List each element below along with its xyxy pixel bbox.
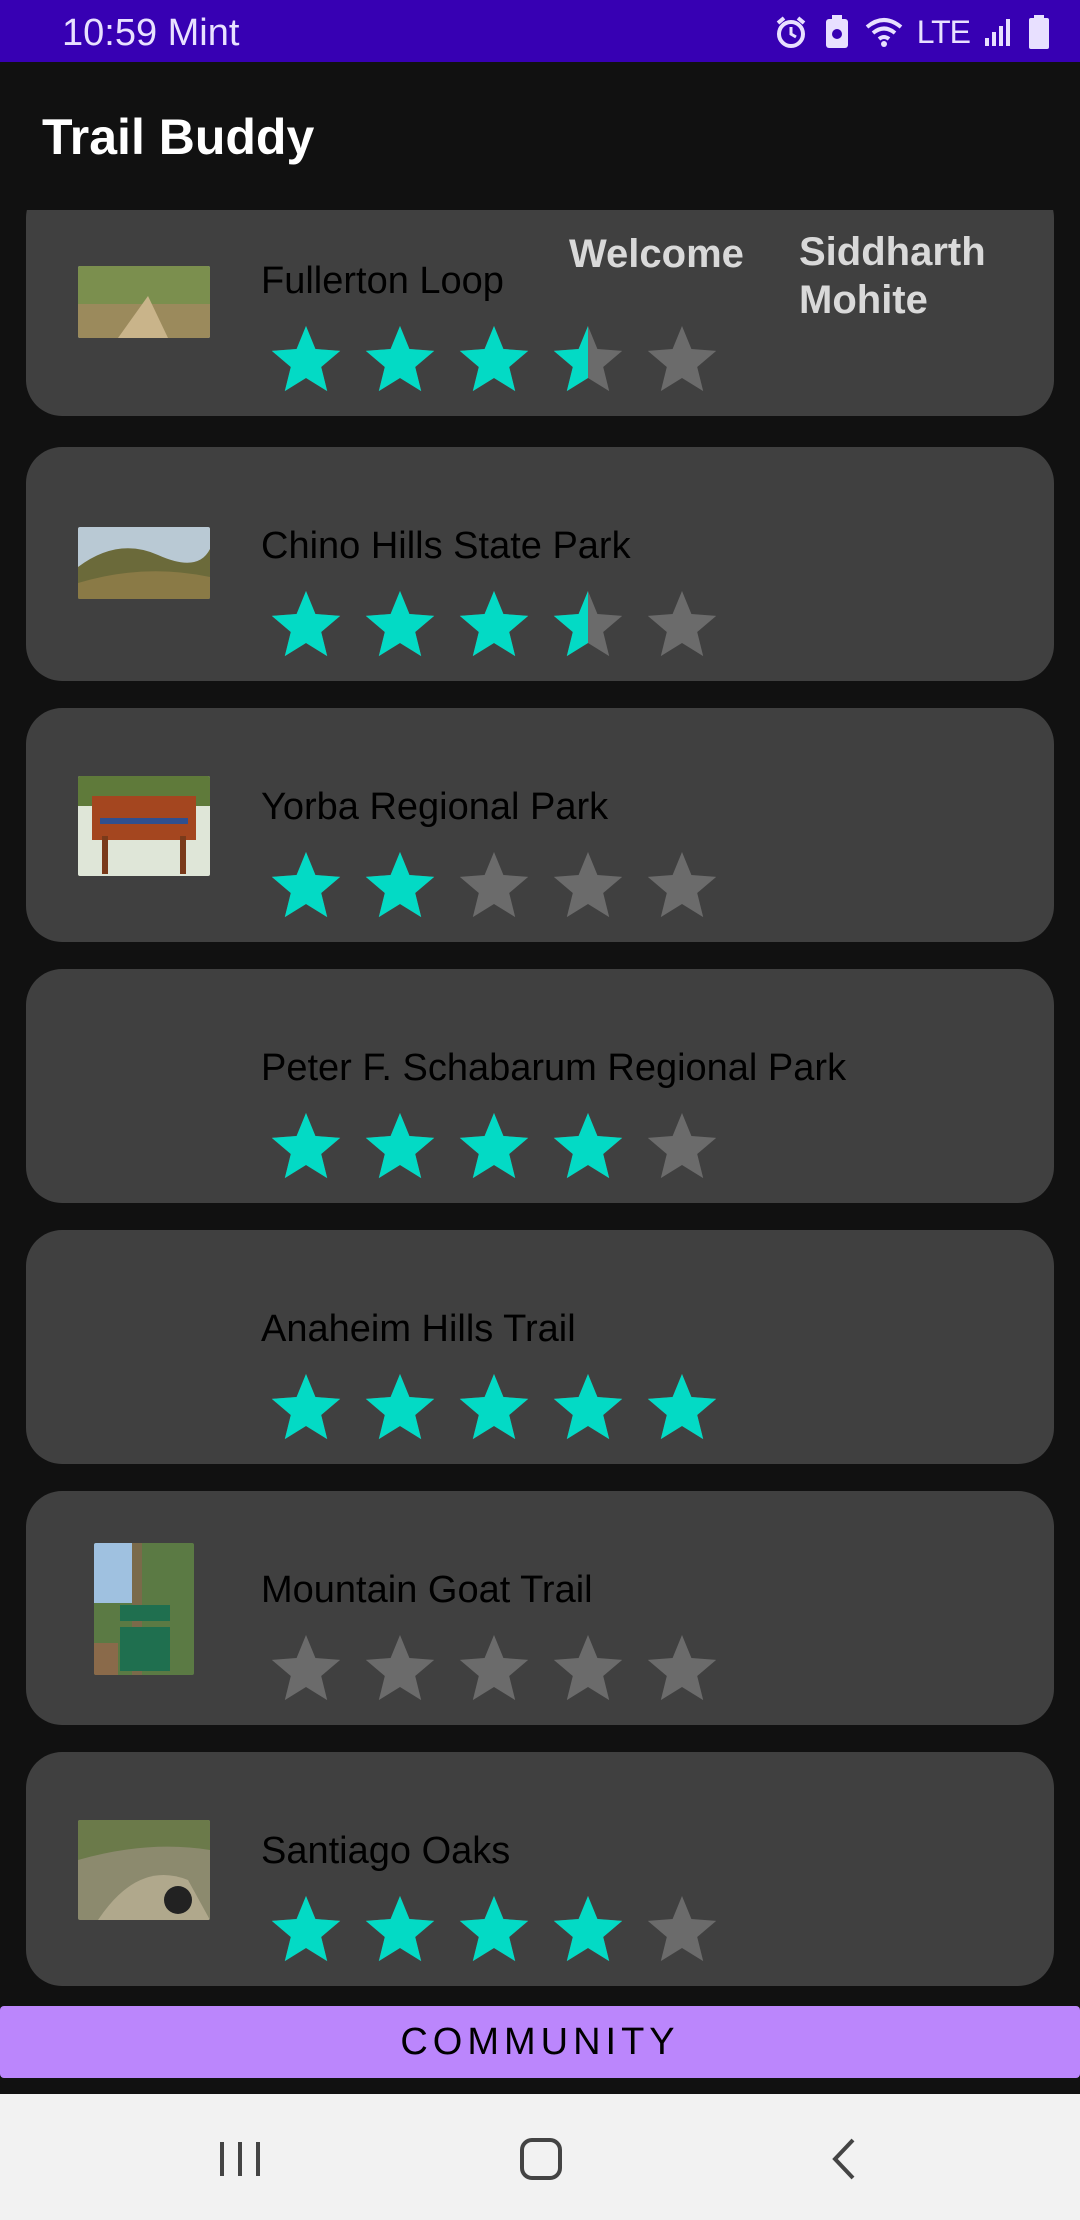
user-name: Siddharth Mohite (799, 230, 986, 322)
trail-name: Yorba Regional Park (261, 786, 609, 828)
community-button[interactable]: COMMUNITY (0, 2006, 1080, 2078)
star-filled-icon[interactable] (553, 1374, 623, 1440)
app-title: Trail Buddy (42, 109, 315, 165)
back-icon (832, 2138, 855, 2180)
star-filled-icon[interactable] (271, 591, 341, 657)
star-filled-icon[interactable] (365, 852, 435, 918)
star-empty-icon[interactable] (553, 852, 623, 918)
home-icon (520, 2138, 562, 2180)
app-bar: Trail Buddy (0, 62, 1080, 210)
star-filled-icon[interactable] (459, 1896, 529, 1962)
star-filled-icon[interactable] (459, 326, 529, 392)
wifi-icon (865, 18, 902, 47)
star-rating[interactable] (266, 1366, 746, 1450)
rating-stars (271, 1374, 717, 1440)
star-empty-icon[interactable] (647, 326, 717, 392)
star-rating[interactable] (266, 1888, 746, 1972)
star-filled-icon[interactable] (365, 326, 435, 392)
trail-name: Santiago Oaks (261, 1830, 511, 1872)
home-button[interactable] (480, 2118, 600, 2198)
battery-icon (1029, 15, 1049, 49)
status-bar: 10:59 Mint LTE (0, 0, 1080, 62)
star-empty-icon[interactable] (647, 1635, 717, 1701)
star-rating[interactable] (266, 844, 746, 928)
status-time: 10:59 Mint (62, 12, 239, 55)
trail-card-chino-hills[interactable]: Chino Hills State Park (26, 447, 1054, 681)
recents-icon (220, 2142, 260, 2176)
network-type: LTE (916, 13, 971, 50)
star-filled-icon[interactable] (365, 1896, 435, 1962)
star-filled-icon[interactable] (365, 1374, 435, 1440)
trail-name: Fullerton Loop (261, 260, 504, 302)
star-filled-icon[interactable] (647, 1374, 717, 1440)
trail-card-santiago-oaks[interactable]: Santiago Oaks (26, 1752, 1054, 1986)
star-empty-icon[interactable] (647, 1896, 717, 1962)
star-filled-icon[interactable] (553, 1896, 623, 1962)
trail-card-mountain-goat[interactable]: Mountain Goat Trail (26, 1491, 1054, 1725)
trail-name: Anaheim Hills Trail (261, 1308, 576, 1350)
star-filled-icon[interactable] (271, 1113, 341, 1179)
trail-card-anaheim-hills[interactable]: Anaheim Hills Trail (26, 1230, 1054, 1464)
trail-name: Peter F. Schabarum Regional Park (261, 1047, 847, 1089)
star-empty-icon[interactable] (647, 852, 717, 918)
signal-icon (985, 19, 1010, 46)
star-filled-icon[interactable] (459, 1374, 529, 1440)
trail-photo (78, 266, 210, 338)
star-half-icon[interactable] (553, 591, 623, 657)
star-empty-icon[interactable] (459, 852, 529, 918)
alarm-icon (776, 16, 805, 48)
system-nav-bar (0, 2094, 1080, 2220)
star-empty-icon[interactable] (647, 591, 717, 657)
rating-stars (271, 852, 717, 918)
trail-name: Chino Hills State Park (261, 525, 631, 567)
trail-name: Mountain Goat Trail (261, 1569, 593, 1611)
star-rating[interactable] (266, 1627, 746, 1711)
star-filled-icon[interactable] (459, 591, 529, 657)
trail-card-yorba-regional[interactable]: Yorba Regional Park (26, 708, 1054, 942)
status-icons: LTE (773, 12, 1050, 52)
trail-photo (78, 1820, 210, 1920)
star-empty-icon[interactable] (365, 1635, 435, 1701)
rating-stars (271, 1635, 717, 1701)
star-filled-icon[interactable] (365, 1113, 435, 1179)
rating-stars (271, 591, 717, 657)
trail-list[interactable]: Fullerton Loop Welcome Siddharth Mohite … (0, 210, 1080, 2005)
star-filled-icon[interactable] (365, 591, 435, 657)
star-rating[interactable] (266, 583, 746, 667)
star-filled-icon[interactable] (271, 852, 341, 918)
sign-photo (78, 776, 210, 876)
star-empty-icon[interactable] (271, 1635, 341, 1701)
star-filled-icon[interactable] (271, 1374, 341, 1440)
carrier-name: Mint (167, 12, 240, 54)
clock: 10:59 (62, 12, 158, 54)
star-rating[interactable] (266, 318, 746, 402)
star-filled-icon[interactable] (271, 1896, 341, 1962)
trail-card-peter-schabarum[interactable]: Peter F. Schabarum Regional Park (26, 969, 1054, 1203)
trail-photo (78, 527, 210, 599)
spacer (0, 2078, 1080, 2094)
star-filled-icon[interactable] (459, 1113, 529, 1179)
star-half-icon[interactable] (553, 326, 623, 392)
sign-photo (94, 1543, 194, 1675)
star-filled-icon[interactable] (553, 1113, 623, 1179)
trail-card-fullerton-loop[interactable]: Fullerton Loop Welcome Siddharth Mohite (26, 210, 1054, 416)
star-rating[interactable] (266, 1105, 746, 1189)
welcome-text: Welcome (569, 232, 744, 276)
back-button[interactable] (785, 2118, 905, 2198)
recents-button[interactable] (180, 2118, 300, 2198)
star-empty-icon[interactable] (553, 1635, 623, 1701)
star-filled-icon[interactable] (271, 326, 341, 392)
rating-stars (271, 326, 717, 392)
rating-stars (271, 1896, 717, 1962)
star-empty-icon[interactable] (459, 1635, 529, 1701)
rating-stars (271, 1113, 717, 1179)
star-empty-icon[interactable] (647, 1113, 717, 1179)
battery-saver-icon (825, 15, 848, 48)
